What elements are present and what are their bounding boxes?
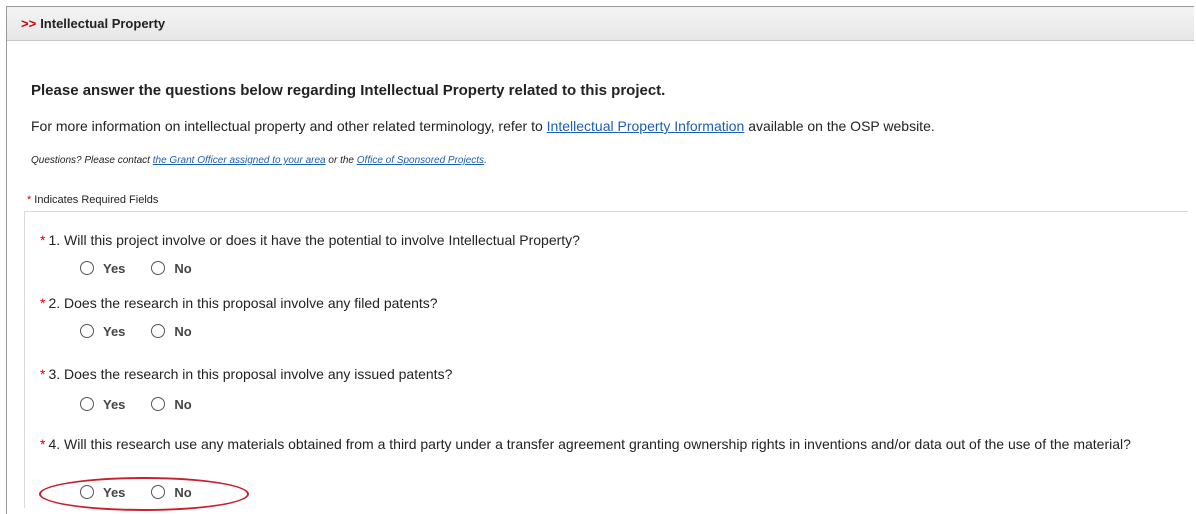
question-3: * 3. Does the research in this proposal i…: [40, 366, 1190, 383]
required-star: *: [40, 436, 46, 452]
radio-button[interactable]: [151, 261, 166, 275]
intro-title: Please answer the questions below regard…: [31, 82, 666, 99]
grant-officer-link[interactable]: the Grant Officer assigned to your area: [153, 155, 326, 166]
no-label: No: [174, 260, 192, 276]
question-4-no-option[interactable]: No: [151, 484, 192, 500]
intro-info-prefix: For more information on intellectual pro…: [31, 118, 547, 134]
question-1-yes-option[interactable]: Yes: [80, 261, 125, 276]
osp-link[interactable]: Office of Sponsored Projects: [357, 155, 484, 166]
question-4-yes-option[interactable]: Yes: [80, 485, 125, 500]
question-4-text: 4. Will this research use any materials …: [48, 436, 1131, 452]
question-3-text: 3. Does the research in this proposal in…: [48, 366, 453, 382]
question-2-no-option[interactable]: No: [151, 323, 192, 339]
question-1-options: Yes No: [80, 258, 218, 278]
question-3-no-option[interactable]: No: [151, 396, 192, 412]
no-label: No: [174, 323, 192, 339]
no-label: No: [174, 484, 192, 500]
radio-button[interactable]: [151, 485, 166, 499]
yes-label: Yes: [103, 323, 126, 339]
contact-suffix: .: [484, 155, 487, 166]
ip-information-link[interactable]: Intellectual Property Information: [547, 118, 745, 134]
section-header: >> Intellectual Property: [7, 7, 1194, 41]
question-2: * 2. Does the research in this proposal i…: [40, 295, 1190, 312]
required-star: *: [40, 232, 46, 248]
radio-button[interactable]: [151, 324, 166, 338]
radio-button[interactable]: [80, 485, 94, 499]
required-fields-note: * Indicates Required Fields: [27, 194, 158, 206]
contact-prefix: Questions? Please contact: [31, 155, 153, 166]
radio-button[interactable]: [80, 397, 94, 411]
question-3-yes-option[interactable]: Yes: [80, 397, 125, 412]
contact-middle: or the: [325, 155, 357, 166]
required-star: *: [40, 366, 46, 382]
question-2-text: 2. Does the research in this proposal in…: [48, 295, 438, 311]
radio-button[interactable]: [80, 261, 94, 275]
yes-label: Yes: [103, 396, 126, 412]
question-3-options: Yes No: [80, 394, 218, 414]
intro-contact: Questions? Please contact the Grant Offi…: [31, 155, 487, 166]
questions-box: [24, 211, 1188, 508]
question-4-options: Yes No: [80, 482, 218, 502]
required-note-text: Indicates Required Fields: [34, 194, 159, 206]
no-label: No: [174, 396, 192, 412]
section-arrows: >>: [21, 16, 37, 31]
radio-button[interactable]: [80, 324, 94, 338]
yes-label: Yes: [103, 260, 126, 276]
question-4: * 4. Will this research use any materials…: [40, 436, 1185, 453]
section-title: Intellectual Property: [40, 16, 166, 31]
intro-info-suffix: available on the OSP website.: [744, 118, 935, 134]
question-1: * 1. Will this project involve or does it…: [40, 232, 1190, 249]
question-1-text: 1. Will this project involve or does it …: [48, 232, 580, 248]
question-1-no-option[interactable]: No: [151, 260, 192, 276]
yes-label: Yes: [103, 484, 126, 500]
required-star: *: [40, 295, 46, 311]
question-2-yes-option[interactable]: Yes: [80, 324, 125, 339]
intro-info: For more information on intellectual pro…: [31, 118, 935, 134]
required-star: *: [27, 194, 32, 206]
radio-button[interactable]: [151, 397, 166, 411]
question-2-options: Yes No: [80, 321, 218, 341]
